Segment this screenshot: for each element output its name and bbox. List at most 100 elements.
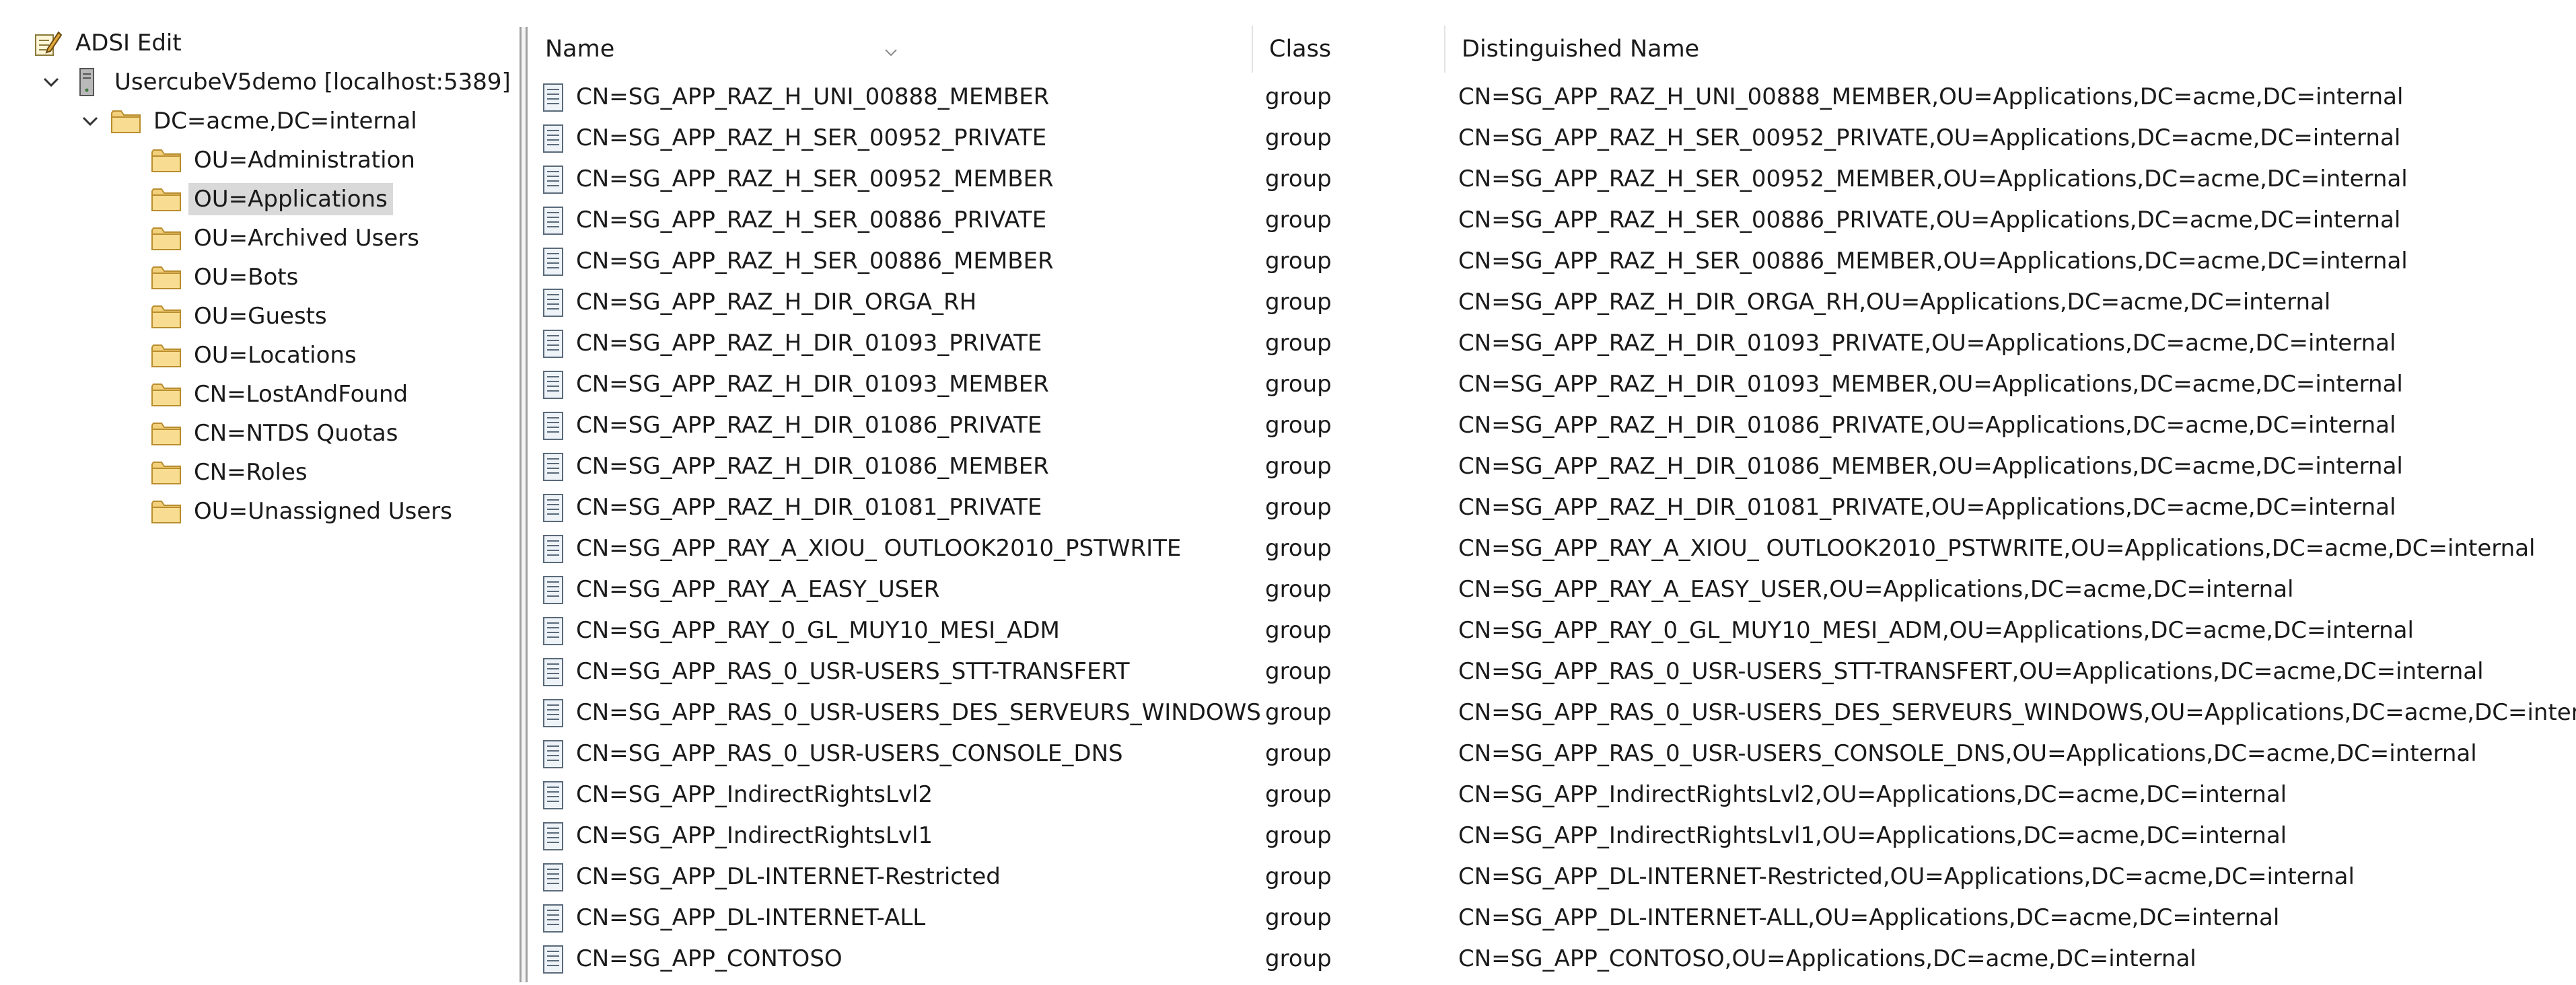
group-object-icon [540, 657, 567, 688]
group-object-icon [540, 575, 567, 606]
cell-class: group [1265, 124, 1332, 151]
cell-dn: CN=SG_APP_RAY_0_GL_MUY10_MESI_ADM,OU=App… [1458, 617, 2414, 644]
tree-item-ou[interactable]: OU=Guests [151, 299, 332, 334]
cell-dn: CN=SG_APP_RAZ_H_SER_00952_MEMBER,OU=Appl… [1458, 166, 2408, 192]
tree-item-label: OU=Administration [194, 147, 415, 174]
group-object-icon [540, 410, 567, 441]
table-row[interactable]: CN=SG_APP_RAY_0_GL_MUY10_MESI_ADM group CN… [529, 610, 2576, 651]
table-row[interactable]: CN=SG_APP_RAS_0_USR-USERS_CONSOLE_DNS gro… [529, 733, 2576, 774]
group-object-icon [540, 780, 567, 811]
cell-name-text: CN=SG_APP_RAY_A_XIOU_ OUTLOOK2010_PSTWRI… [576, 535, 1182, 562]
table-row[interactable]: CN=SG_APP_RAZ_H_DIR_01086_PRIVATE group CN… [529, 405, 2576, 446]
group-object-icon [540, 534, 567, 564]
table-row[interactable]: CN=SG_APP_RAZ_H_SER_00886_PRIVATE group CN… [529, 200, 2576, 241]
group-object-icon [540, 287, 567, 318]
tree-item-ou[interactable]: OU=Bots [151, 260, 303, 295]
chevron-down-icon[interactable] [77, 108, 104, 135]
cell-name-text: CN=SG_APP_RAZ_H_SER_00886_MEMBER [576, 248, 1054, 275]
cell-class: group [1265, 945, 1332, 972]
cell-class: group [1265, 494, 1332, 521]
cell-name-text: CN=SG_APP_RAZ_H_DIR_01093_MEMBER [576, 371, 1049, 398]
tree-item-ou[interactable]: OU=Archived Users [151, 221, 425, 256]
cell-name: CN=SG_APP_IndirectRightsLvl1 [540, 815, 933, 856]
folder-icon [110, 106, 141, 136]
cell-dn: CN=SG_APP_RAZ_H_DIR_01086_PRIVATE,OU=App… [1458, 412, 2396, 439]
table-row[interactable]: CN=SG_APP_RAZ_H_SER_00952_MEMBER group CN=… [529, 159, 2576, 200]
table-row[interactable]: CN=SG_APP_IndirectRightsLvl1 group CN=SG_A… [529, 815, 2576, 856]
tree-item-ou[interactable]: OU=Administration [151, 143, 421, 178]
cell-name-text: CN=SG_APP_RAY_A_EASY_USER [576, 576, 940, 603]
tree-item-label: OU=Locations [194, 342, 357, 369]
cell-name: CN=SG_APP_RAZ_H_SER_00886_PRIVATE [540, 200, 1046, 241]
table-row[interactable]: CN=SG_APP_RAZ_H_DIR_01093_PRIVATE group CN… [529, 323, 2576, 364]
tree-root[interactable]: ADSI Edit [32, 26, 187, 61]
group-object-icon [540, 369, 567, 400]
cell-dn: CN=SG_APP_RAY_A_XIOU_ OUTLOOK2010_PSTWRI… [1458, 535, 2536, 562]
table-row[interactable]: CN=SG_APP_DL-INTERNET-Restricted group CN=… [529, 856, 2576, 898]
list-header: Name Class Distinguished Name [529, 26, 2576, 73]
table-row[interactable]: CN=SG_APP_RAS_0_USR-USERS_STT-TRANSFERT g… [529, 651, 2576, 692]
cell-class: group [1265, 535, 1332, 562]
tree-pane: ADSI Edit UsercubeV5demo [localhost:5389… [0, 0, 518, 985]
group-object-icon [540, 862, 567, 893]
table-row[interactable]: CN=SG_APP_RAZ_H_DIR_01081_PRIVATE group CN… [529, 487, 2576, 528]
group-object-icon [540, 82, 567, 113]
tree-item-connection[interactable]: UsercubeV5demo [localhost:5389] [38, 65, 516, 100]
cell-dn: CN=SG_APP_CONTOSO,OU=Applications,DC=acm… [1458, 945, 2196, 972]
cell-dn: CN=SG_APP_RAZ_H_SER_00952_PRIVATE,OU=App… [1458, 124, 2401, 151]
folder-icon [151, 301, 182, 331]
table-row[interactable]: CN=SG_APP_RAZ_H_UNI_00888_MEMBER group CN=… [529, 77, 2576, 118]
cell-name-text: CN=SG_APP_RAZ_H_SER_00952_MEMBER [576, 166, 1054, 192]
cell-name-text: CN=SG_APP_DL-INTERNET-ALL [576, 904, 926, 931]
cell-class: group [1265, 207, 1332, 233]
table-row[interactable]: CN=SG_APP_RAZ_H_DIR_01086_MEMBER group CN=… [529, 446, 2576, 487]
sort-descending-icon [885, 49, 897, 57]
cell-class: group [1265, 248, 1332, 275]
cell-name: CN=SG_APP_RAZ_H_DIR_01093_MEMBER [540, 364, 1049, 405]
cell-name-text: CN=SG_APP_CONTOSO [576, 945, 843, 972]
cell-name: CN=SG_APP_RAZ_H_DIR_01081_PRIVATE [540, 487, 1042, 528]
cell-class: group [1265, 371, 1332, 398]
folder-icon [151, 223, 182, 253]
folder-icon [151, 379, 182, 409]
chevron-down-icon[interactable] [38, 69, 65, 96]
table-row[interactable]: CN=SG_APP_RAZ_H_DIR_ORGA_RH group CN=SG_AP… [529, 282, 2576, 323]
pane-splitter[interactable] [520, 27, 528, 982]
cell-name-text: CN=SG_APP_DL-INTERNET-Restricted [576, 863, 1001, 890]
cell-dn: CN=SG_APP_RAZ_H_DIR_ORGA_RH,OU=Applicati… [1458, 289, 2331, 316]
cell-name: CN=SG_APP_CONTOSO [540, 939, 843, 980]
tree-item-domain[interactable]: DC=acme,DC=internal [77, 104, 423, 139]
table-row[interactable]: CN=SG_APP_DL-INTERNET-ALL group CN=SG_APP_… [529, 898, 2576, 939]
table-row[interactable]: CN=SG_APP_IndirectRightsLvl2 group CN=SG_A… [529, 774, 2576, 815]
table-row[interactable]: CN=SG_APP_RAY_A_EASY_USER group CN=SG_APP_… [529, 569, 2576, 610]
column-header-class[interactable]: Class [1252, 26, 1444, 73]
table-row[interactable]: CN=SG_APP_RAZ_H_SER_00886_MEMBER group CN=… [529, 241, 2576, 282]
tree-item-ou[interactable]: OU=Applications [151, 182, 393, 217]
cell-name-text: CN=SG_APP_RAS_0_USR-USERS_DES_SERVEURS_W… [576, 699, 1261, 726]
cell-dn: CN=SG_APP_RAZ_H_UNI_00888_MEMBER,OU=Appl… [1458, 83, 2404, 110]
cell-class: group [1265, 83, 1332, 110]
table-row[interactable]: CN=SG_APP_CONTOSO group CN=SG_APP_CONTOSO,… [529, 939, 2576, 980]
tree-item-ou[interactable]: CN=NTDS Quotas [151, 416, 403, 451]
cell-class: group [1265, 863, 1332, 890]
cell-class: group [1265, 699, 1332, 726]
folder-icon [151, 458, 182, 487]
tree-item-domain-label: DC=acme,DC=internal [153, 108, 417, 135]
column-header-dn[interactable]: Distinguished Name [1444, 26, 2576, 73]
cell-class: group [1265, 781, 1332, 808]
table-row[interactable]: CN=SG_APP_RAZ_H_SER_00952_PRIVATE group CN… [529, 118, 2576, 159]
tree-item-ou[interactable]: OU=Locations [151, 338, 362, 373]
group-object-icon [540, 451, 567, 482]
table-row[interactable]: CN=SG_APP_RAS_0_USR-USERS_DES_SERVEURS_W… [529, 692, 2576, 733]
group-object-icon [540, 328, 567, 359]
tree-item-ou[interactable]: CN=LostAndFound [151, 377, 413, 412]
tree-item-ou[interactable]: CN=Roles [151, 455, 313, 490]
tree-item-ou[interactable]: OU=Unassigned Users [151, 494, 458, 529]
folder-icon [151, 145, 182, 175]
tree-item-connection-label: UsercubeV5demo [localhost:5389] [114, 69, 511, 96]
cell-dn: CN=SG_APP_RAZ_H_DIR_01081_PRIVATE,OU=App… [1458, 494, 2396, 521]
tree-item-label: CN=LostAndFound [194, 381, 408, 408]
table-row[interactable]: CN=SG_APP_RAZ_H_DIR_01093_MEMBER group CN=… [529, 364, 2576, 405]
cell-dn: CN=SG_APP_RAZ_H_SER_00886_MEMBER,OU=Appl… [1458, 248, 2408, 275]
table-row[interactable]: CN=SG_APP_RAY_A_XIOU_ OUTLOOK2010_PSTWRI… [529, 528, 2576, 569]
